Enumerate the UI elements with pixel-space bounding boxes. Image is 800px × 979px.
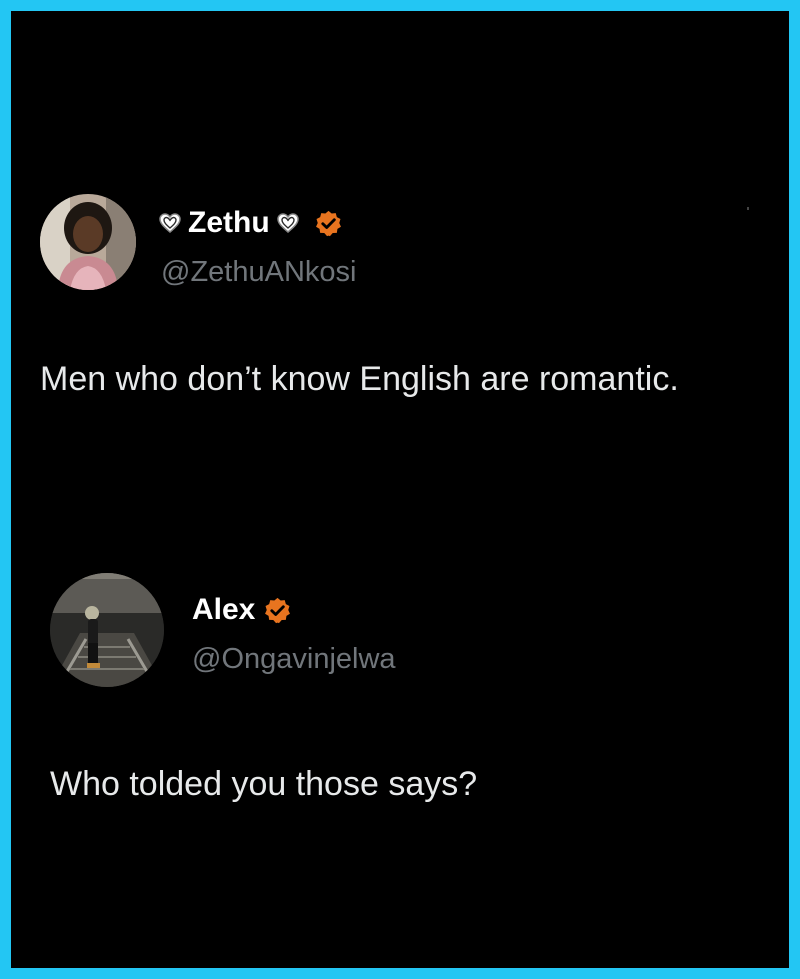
tweet-text: Men who don’t know English are romantic. <box>40 360 679 398</box>
screenshot-frame: Zethu @ZethuANkosi Men who don’t know En… <box>11 11 789 968</box>
tweet-text: Who tolded you those says? <box>50 765 478 803</box>
display-name: Zethu <box>188 206 270 239</box>
display-name: Alex <box>192 593 256 626</box>
verified-badge-icon[interactable] <box>263 596 292 625</box>
avatar[interactable] <box>40 194 136 290</box>
handle[interactable]: @ZethuANkosi <box>161 255 356 289</box>
handle[interactable]: @Ongavinjelwa <box>192 642 396 676</box>
display-name-row[interactable]: Zethu <box>152 205 343 241</box>
avatar-photo <box>40 194 136 290</box>
avatar-photo <box>50 573 164 687</box>
white-heart-icon <box>158 211 182 235</box>
white-heart-icon <box>276 211 300 235</box>
verified-badge-icon[interactable] <box>314 209 343 238</box>
avatar[interactable] <box>50 573 164 687</box>
tweet-2: Alex @Ongavinjelwa Who tolded you those … <box>11 411 789 968</box>
display-name-row[interactable]: Alex <box>192 592 292 628</box>
tweet-1: Zethu @ZethuANkosi Men who don’t know En… <box>11 11 789 411</box>
